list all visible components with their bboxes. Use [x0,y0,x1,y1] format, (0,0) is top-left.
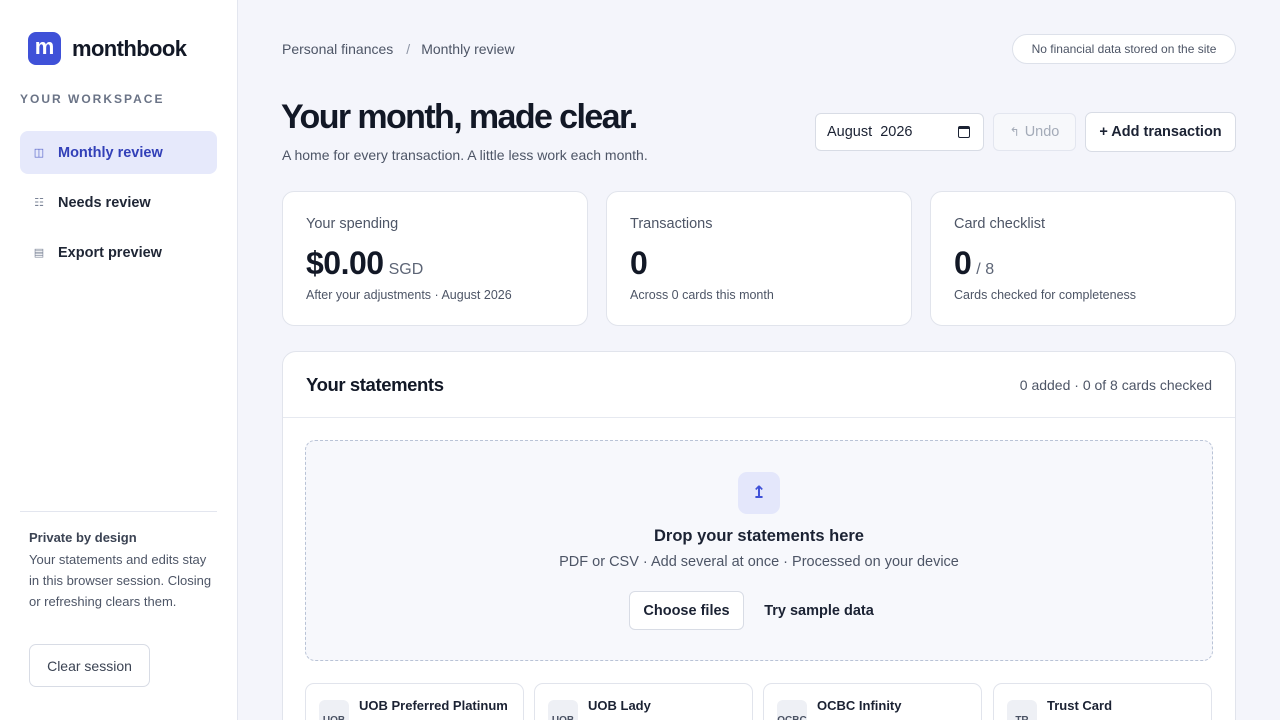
breadcrumb-item-monthly-review: Monthly review [421,41,515,57]
stat-note: After your adjustments · August 2026 [306,288,512,302]
privacy-note: Private by design Your statements and ed… [29,530,214,612]
breadcrumb-separator: / [406,41,411,57]
stat-label: Your spending [306,216,399,232]
brand-name: monthbook [72,35,187,61]
card-badge: UOB [548,700,578,720]
stat-note: Cards checked for completeness [954,288,1137,302]
card-tile-uob-preferred-platinum[interactable]: UOB UOB Preferred Platinum [305,683,524,720]
month-picker[interactable]: August 2026 [815,113,984,151]
statements-header: Your statements 0 added · 0 of 8 cards c… [283,352,1235,418]
statement-dropzone[interactable]: ↥ Drop your statements here PDF or CSV ·… [305,440,1213,661]
choose-files-button[interactable]: Choose files [629,591,744,630]
sidebar-nav: ◫ Monthly review ☷ Needs review ▤ Export… [20,131,217,281]
sidebar-item-label: Monthly review [58,144,163,161]
card-tile-trust-card[interactable]: TR Trust Card [993,683,1212,720]
dropzone-title: Drop your statements here [654,527,864,545]
card-checklist-row: UOB UOB Preferred Platinum UOB UOB Lady … [305,683,1213,720]
stat-value: 0 / 8 [954,245,994,282]
privacy-badge: No financial data stored on the site [1012,34,1236,64]
stat-label: Transactions [630,216,713,232]
privacy-title: Private by design [29,530,137,545]
card-tile-uob-lady[interactable]: UOB UOB Lady [534,683,753,720]
page-title: Your month, made clear. [281,98,638,136]
table-icon: ▤ [33,247,45,259]
card-badge: TR [1007,700,1037,720]
stat-value: $0.00 SGD [306,245,423,282]
stat-value: 0 [630,245,648,282]
calendar-icon[interactable] [958,126,970,138]
sidebar-item-label: Export preview [58,244,162,261]
card-name: UOB Lady [588,698,651,713]
sidebar-item-label: Needs review [58,194,151,211]
columns-icon: ◫ [33,147,45,159]
clear-session-button[interactable]: Clear session [29,644,150,687]
stat-card-spending: Your spending $0.00 SGD After your adjus… [282,191,588,326]
sidebar-section-title: YOUR WORKSPACE [20,92,165,106]
breadcrumb: Personal finances / Monthly review [282,41,515,57]
add-transaction-button[interactable]: + Add transaction [1085,112,1236,152]
stat-suffix: / 8 [976,261,995,278]
dropzone-subtitle: PDF or CSV · Add several at once · Proce… [559,554,959,570]
try-sample-data-button[interactable]: Try sample data [758,591,880,630]
card-tile-ocbc-infinity[interactable]: OCBC OCBC Infinity [763,683,982,720]
logo-icon: m [28,32,61,65]
card-name: UOB Preferred Platinum [359,698,508,713]
privacy-body: Your statements and edits stay in this b… [29,552,212,609]
stat-note: Across 0 cards this month [630,288,774,302]
month-value: August 2026 [827,124,913,140]
page-subtitle: A home for every transaction. A little l… [282,147,648,163]
stat-label: Card checklist [954,216,1046,232]
breadcrumb-item-personal-finances[interactable]: Personal finances [282,41,393,57]
card-name: OCBC Infinity [817,698,902,713]
sidebar: m monthbook YOUR WORKSPACE ◫ Monthly rev… [0,0,238,720]
stat-number: $0.00 [306,245,384,281]
undo-button[interactable]: ↰ Undo [993,113,1076,151]
brand[interactable]: m monthbook [28,32,187,65]
stat-number: 0 [954,245,972,281]
sidebar-item-needs-review[interactable]: ☷ Needs review [20,181,217,224]
card-name: Trust Card [1047,698,1113,713]
stat-card-checklist: Card checklist 0 / 8 Cards checked for c… [930,191,1236,326]
undo-label: Undo [1024,124,1060,140]
stat-card-transactions: Transactions 0 Across 0 cards this month [606,191,912,326]
sidebar-item-monthly-review[interactable]: ◫ Monthly review [20,131,217,174]
sidebar-divider [20,511,217,512]
stat-suffix: SGD [388,261,424,278]
undo-icon: ↰ [1009,125,1020,139]
statements-title: Your statements [306,374,444,395]
upload-icon: ↥ [738,472,780,514]
list-icon: ☷ [34,197,44,209]
sidebar-item-export-preview[interactable]: ▤ Export preview [20,231,217,274]
statements-meta: 0 added · 0 of 8 cards checked [1019,377,1212,393]
statements-panel: Your statements 0 added · 0 of 8 cards c… [282,351,1236,720]
card-badge: OCBC [777,700,807,720]
card-badge: UOB [319,700,349,720]
stat-number: 0 [630,245,648,281]
